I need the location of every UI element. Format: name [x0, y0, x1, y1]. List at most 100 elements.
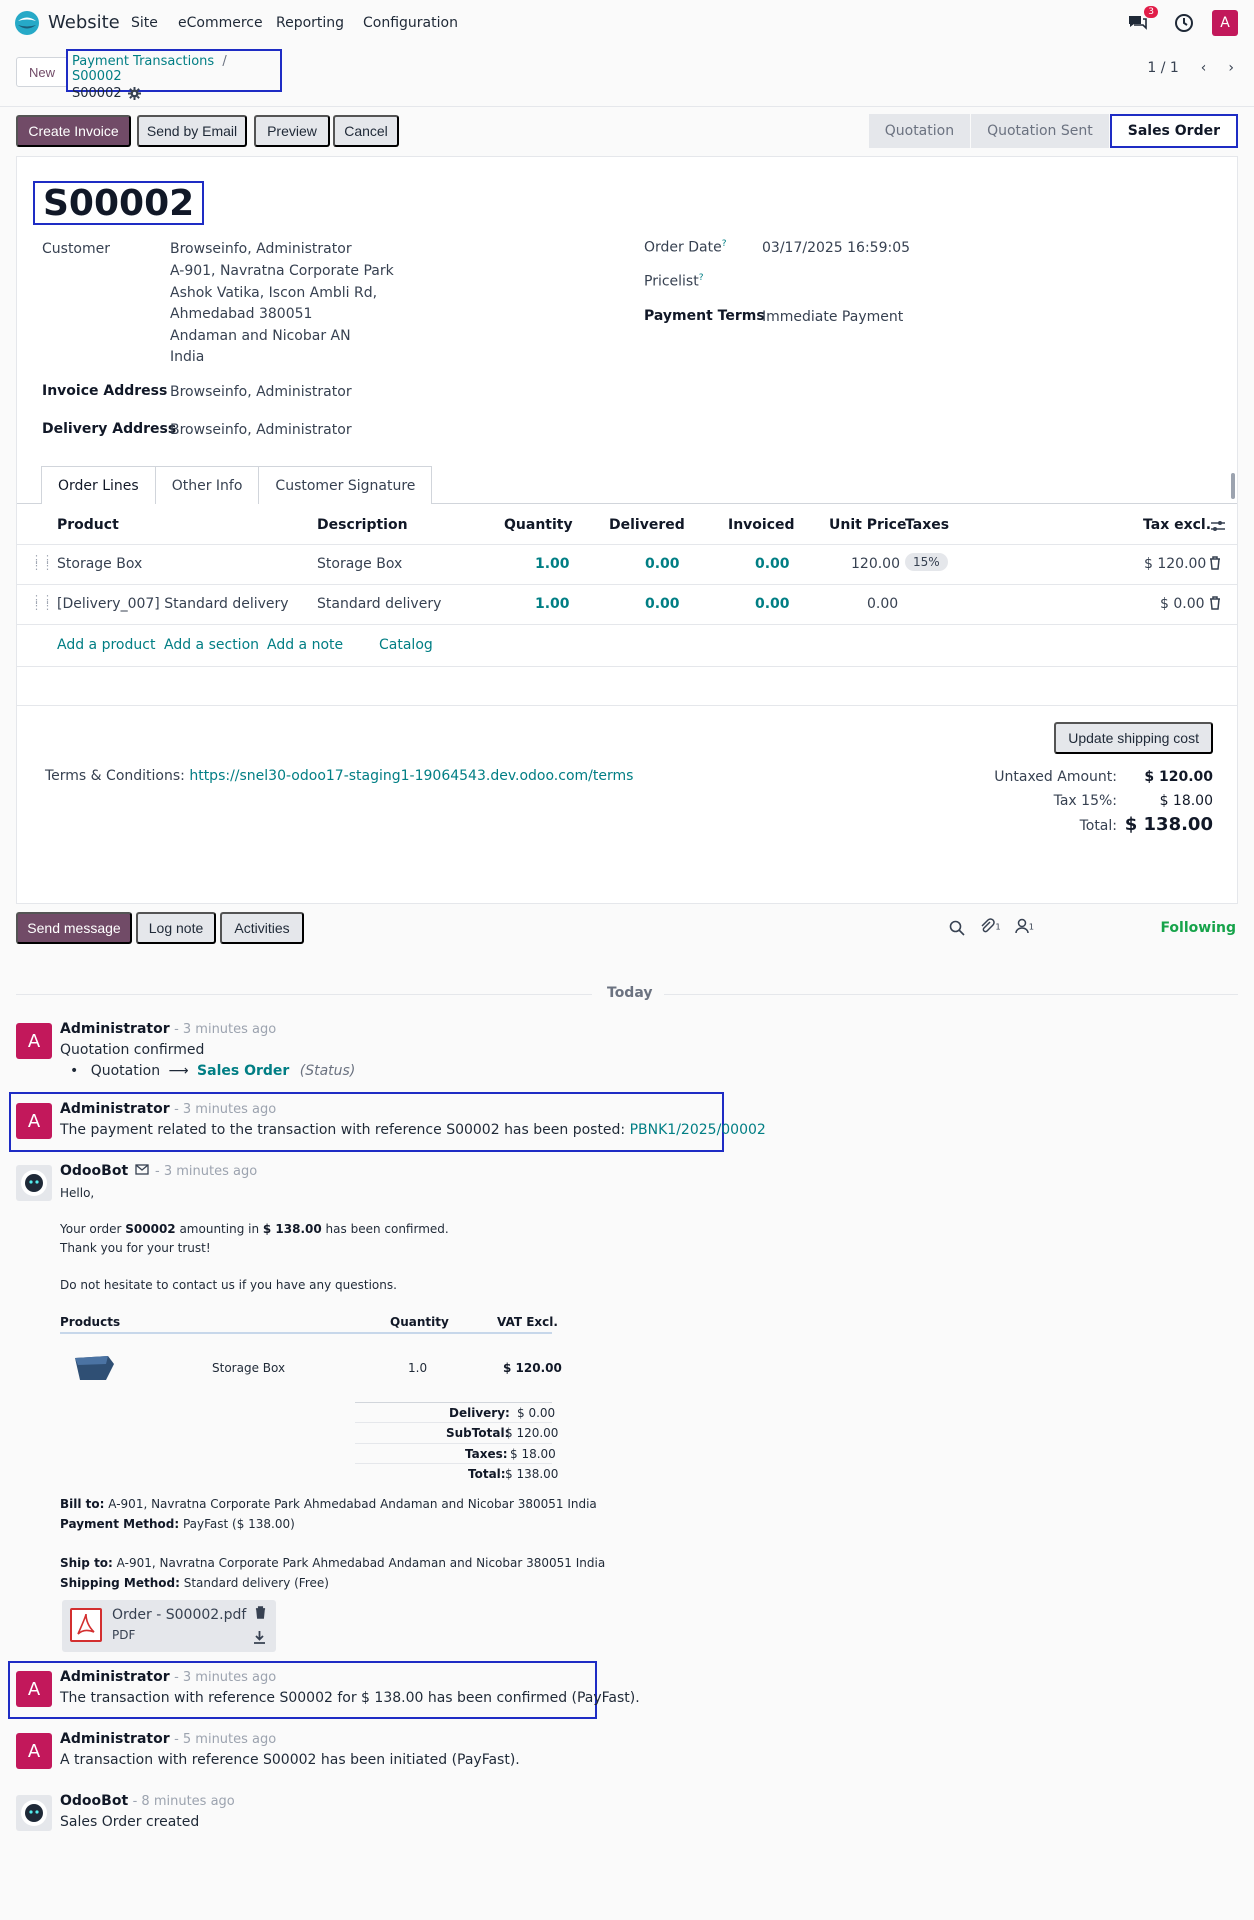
stage-quotation[interactable]: Quotation: [868, 114, 972, 148]
email-amount: $ 138.00: [262, 1222, 322, 1236]
user-avatar[interactable]: A: [1212, 10, 1238, 36]
total-label: Total:: [1079, 818, 1117, 834]
order-date-field[interactable]: 03/17/2025 16:59:05: [762, 240, 910, 256]
terms-link[interactable]: https://snel30-odoo17-staging1-19064543.…: [189, 768, 633, 784]
cell-description[interactable]: Standard delivery: [317, 596, 441, 612]
cell-taxes[interactable]: 15%: [905, 553, 948, 571]
download-icon[interactable]: [253, 1630, 266, 1644]
customer-link[interactable]: Browseinfo, Administrator: [170, 241, 352, 257]
create-invoice-button[interactable]: Create Invoice: [16, 115, 131, 147]
avatar[interactable]: A: [16, 1671, 52, 1707]
pricelist-label-text: Pricelist: [644, 273, 699, 290]
trash-icon[interactable]: [1209, 556, 1221, 570]
tab-other-info[interactable]: Other Info: [154, 466, 260, 504]
avatar[interactable]: A: [16, 1023, 52, 1059]
message-author[interactable]: Administrator: [60, 1021, 170, 1037]
email-text: amounting in: [175, 1222, 263, 1236]
add-section-link[interactable]: Add a section: [164, 637, 259, 653]
optional-columns-icon[interactable]: [1210, 519, 1226, 533]
cancel-button[interactable]: Cancel: [333, 115, 399, 147]
gear-icon[interactable]: [127, 87, 141, 100]
following-button[interactable]: Following: [1160, 920, 1236, 936]
avatar[interactable]: A: [16, 1733, 52, 1769]
cell-product[interactable]: Storage Box: [57, 556, 142, 572]
date-separator-label: Today: [607, 985, 653, 1001]
odoobot-avatar[interactable]: [16, 1795, 52, 1831]
col-delivered[interactable]: Delivered: [609, 517, 685, 533]
message-author[interactable]: Administrator: [60, 1101, 170, 1117]
invoice-address-field[interactable]: Browseinfo, Administrator: [170, 384, 352, 400]
attachment-card[interactable]: Order - S00002.pdf PDF: [62, 1600, 276, 1652]
send-by-email-button[interactable]: Send by Email: [137, 115, 247, 147]
breadcrumb-current-link[interactable]: S00002: [72, 69, 122, 84]
help-icon[interactable]: ?: [722, 239, 727, 249]
messaging-icon[interactable]: 3: [1126, 6, 1158, 34]
log-note-button[interactable]: Log note: [136, 912, 216, 944]
cell-quantity[interactable]: 1.00: [535, 556, 570, 572]
delivery-address-field[interactable]: Browseinfo, Administrator: [170, 422, 352, 438]
menu-ecommerce[interactable]: eCommerce: [178, 15, 263, 31]
payment-link[interactable]: PBNK1/2025/00002: [630, 1122, 766, 1138]
search-icon[interactable]: [949, 920, 965, 936]
email-text: has been confirmed.: [321, 1222, 449, 1236]
menu-site[interactable]: Site: [131, 15, 158, 31]
pager-value[interactable]: 1 / 1: [1147, 60, 1178, 76]
catalog-link[interactable]: Catalog: [379, 637, 433, 653]
website-app-icon[interactable]: [14, 10, 40, 36]
terms-and-conditions: Terms & Conditions: https://snel30-odoo1…: [45, 768, 633, 784]
chevron-right-icon[interactable]: ›: [1228, 60, 1234, 76]
add-product-link[interactable]: Add a product: [57, 637, 155, 653]
add-note-link[interactable]: Add a note: [267, 637, 343, 653]
breadcrumb-parent-link[interactable]: Payment Transactions: [72, 54, 214, 69]
col-taxes[interactable]: Taxes: [905, 517, 949, 533]
col-product[interactable]: Product: [57, 517, 119, 533]
menu-reporting[interactable]: Reporting: [276, 15, 344, 31]
cell-invoiced[interactable]: 0.00: [755, 556, 790, 572]
trash-icon[interactable]: [1209, 596, 1221, 610]
cell-product[interactable]: [Delivery_007] Standard delivery: [57, 596, 289, 612]
activities-button[interactable]: Activities: [220, 912, 304, 944]
send-message-button[interactable]: Send message: [16, 912, 132, 944]
preview-button[interactable]: Preview: [254, 115, 330, 147]
col-quantity[interactable]: Quantity: [504, 517, 573, 533]
table-row[interactable]: ⋮⋮ ⋮⋮ Storage Box Storage Box 1.00 0.00 0…: [17, 544, 1237, 584]
cell-delivered[interactable]: 0.00: [645, 556, 680, 572]
tax-value: $ 18.00: [1159, 793, 1213, 809]
col-description[interactable]: Description: [317, 517, 408, 533]
followers-button[interactable]: 1: [1014, 918, 1034, 937]
chevron-left-icon[interactable]: ‹: [1201, 60, 1207, 76]
new-button[interactable]: New: [16, 57, 68, 87]
odoobot-avatar[interactable]: [16, 1165, 52, 1201]
stage-quotation-sent[interactable]: Quotation Sent: [971, 114, 1110, 148]
help-icon[interactable]: ?: [699, 273, 704, 283]
message-author[interactable]: Administrator: [60, 1731, 170, 1747]
drag-handle-icon[interactable]: ⋮⋮ ⋮⋮: [31, 554, 53, 571]
cell-unit-price[interactable]: 120.00: [851, 556, 900, 572]
payment-terms-field[interactable]: Immediate Payment: [762, 309, 903, 325]
message-author[interactable]: Administrator: [60, 1669, 170, 1685]
message-author[interactable]: OdooBot: [60, 1163, 128, 1179]
col-tax-excl[interactable]: Tax excl.: [1143, 517, 1211, 533]
tab-order-lines[interactable]: Order Lines: [41, 466, 156, 504]
col-invoiced[interactable]: Invoiced: [728, 517, 795, 533]
message-author[interactable]: OdooBot: [60, 1793, 128, 1809]
trash-icon[interactable]: [255, 1606, 266, 1619]
update-shipping-cost-button[interactable]: Update shipping cost: [1054, 722, 1213, 754]
drag-handle-icon[interactable]: ⋮⋮ ⋮⋮: [31, 594, 53, 611]
scrollbar[interactable]: [1231, 473, 1235, 499]
cell-invoiced[interactable]: 0.00: [755, 596, 790, 612]
activity-clock-icon[interactable]: [1174, 13, 1194, 33]
table-row[interactable]: ⋮⋮ ⋮⋮ [Delivery_007] Standard delivery St…: [17, 584, 1237, 624]
divider: [664, 994, 1238, 995]
cell-unit-price[interactable]: 0.00: [867, 596, 898, 612]
menu-configuration[interactable]: Configuration: [363, 15, 458, 31]
tab-customer-signature[interactable]: Customer Signature: [258, 466, 433, 504]
cell-quantity[interactable]: 1.00: [535, 596, 570, 612]
attachments-button[interactable]: 1: [979, 918, 1001, 937]
col-unit-price[interactable]: Unit Price: [829, 517, 906, 533]
app-name[interactable]: Website: [48, 12, 120, 33]
avatar[interactable]: A: [16, 1103, 52, 1139]
cell-delivered[interactable]: 0.00: [645, 596, 680, 612]
cell-description[interactable]: Storage Box: [317, 556, 402, 572]
stage-sales-order[interactable]: Sales Order: [1109, 114, 1238, 148]
